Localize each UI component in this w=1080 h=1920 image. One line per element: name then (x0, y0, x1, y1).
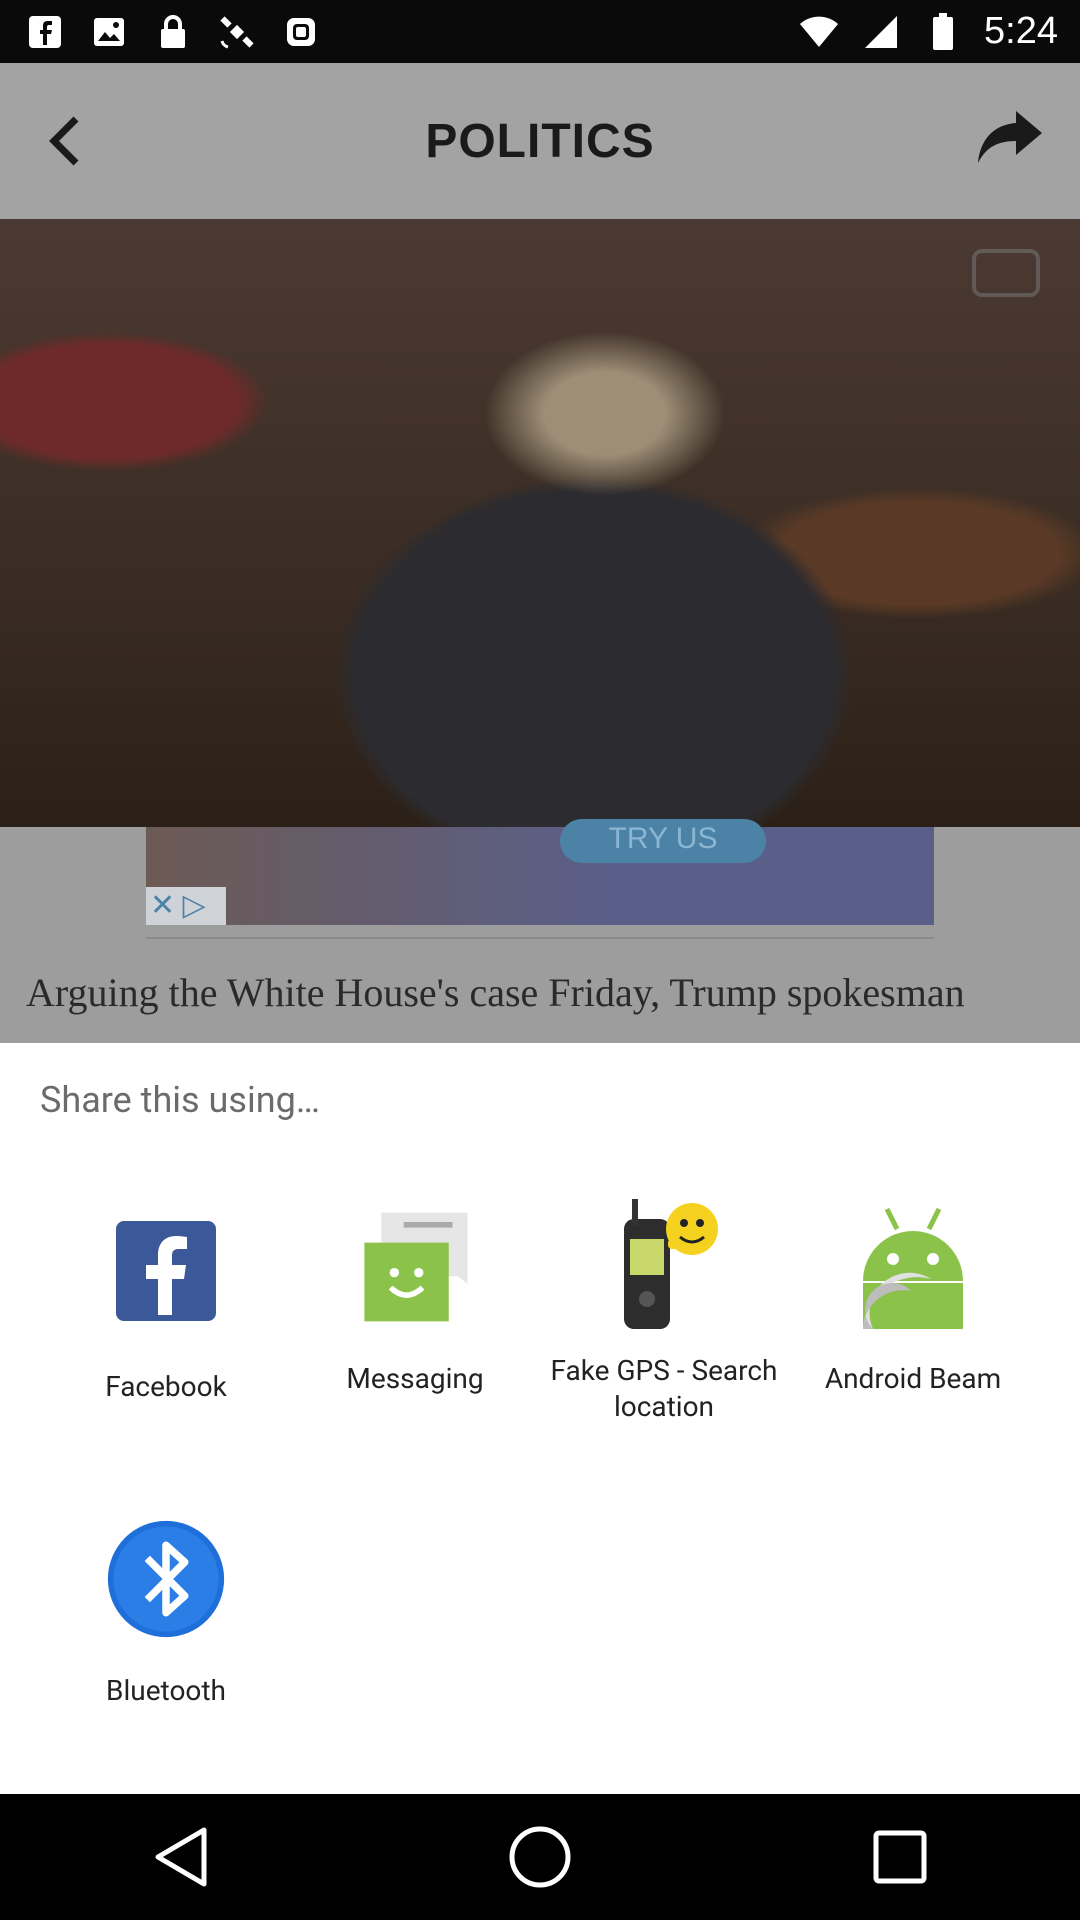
share-target-fake-gps[interactable]: Fake GPS - Search location (539, 1195, 789, 1425)
cellular-signal-icon (860, 11, 902, 53)
status-notifications (0, 11, 322, 53)
bluetooth-icon (106, 1515, 226, 1643)
scrim[interactable] (0, 63, 1080, 1043)
wifi-icon (798, 11, 840, 53)
nav-home-icon[interactable] (505, 1822, 575, 1892)
share-target-label: Bluetooth (106, 1674, 226, 1707)
facebook-icon (106, 1211, 226, 1331)
android-icon (280, 11, 322, 53)
share-target-label: Facebook (105, 1370, 227, 1403)
share-target-messaging[interactable]: Messaging (290, 1203, 540, 1397)
status-time: 5:24 (984, 10, 1058, 52)
share-target-bluetooth[interactable]: Bluetooth (41, 1515, 291, 1709)
battery-icon (922, 11, 964, 53)
image-icon (88, 11, 130, 53)
share-target-label: Android Beam (824, 1362, 1002, 1395)
share-target-android-beam[interactable]: Android Beam (788, 1203, 1038, 1397)
share-sheet-title: Share this using… (40, 1079, 320, 1121)
nav-recents-icon[interactable] (865, 1822, 935, 1892)
share-target-label: Fake GPS - Search location (550, 1354, 778, 1423)
lock-icon (152, 11, 194, 53)
navigation-bar (0, 1794, 1080, 1920)
status-bar: 5:24 (0, 0, 1080, 63)
android-beam-icon (853, 1203, 973, 1331)
nav-back-icon[interactable] (145, 1822, 215, 1892)
facebook-icon (24, 11, 66, 53)
share-sheet: Share this using… Facebook Messaging Fak… (0, 1043, 1080, 1794)
share-target-label: Messaging (346, 1362, 484, 1395)
share-target-facebook[interactable]: Facebook (41, 1211, 291, 1405)
satellite-icon (216, 11, 258, 53)
messaging-icon (355, 1203, 475, 1331)
fake-gps-icon (604, 1195, 724, 1331)
status-system: 5:24 (798, 10, 1080, 53)
